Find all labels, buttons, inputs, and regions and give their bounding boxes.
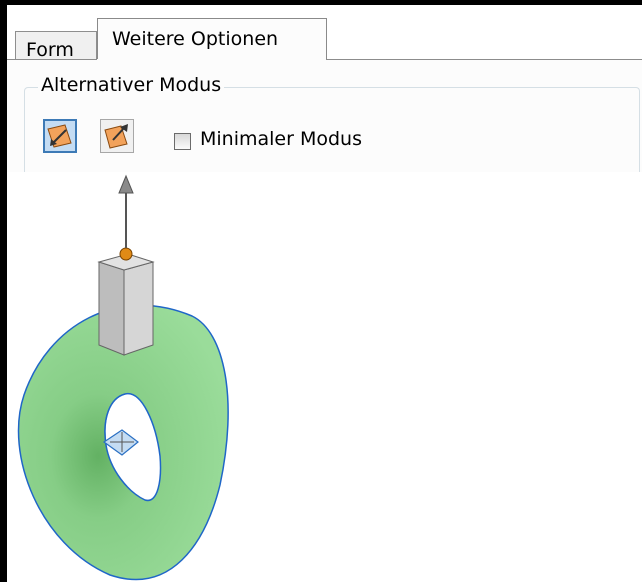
mode-button-1[interactable] [43,119,77,153]
tab-weitere-optionen-label: Weitere Optionen [112,28,279,50]
move-opposite-normal-icon [104,124,128,149]
extrusion-pillar [97,253,155,356]
mode-button-2[interactable] [100,119,134,153]
minimal-mode-label[interactable]: Minimaler Modus [200,128,362,150]
direction-arrow-icon[interactable] [118,174,134,248]
center-marker-icon [102,429,139,456]
tab-form-label: Form [26,39,74,61]
minimal-mode-checkbox[interactable] [174,133,191,150]
group-label: Alternativer Modus [38,74,225,96]
window-border-left [0,0,7,582]
model-preview [17,174,229,581]
move-along-normal-icon [47,124,72,148]
tab-strip: Form Weitere Optionen [7,5,642,66]
3d-viewport[interactable] [7,172,642,582]
drag-handle-icon[interactable] [119,247,133,261]
active-tab-gap [97,59,326,61]
